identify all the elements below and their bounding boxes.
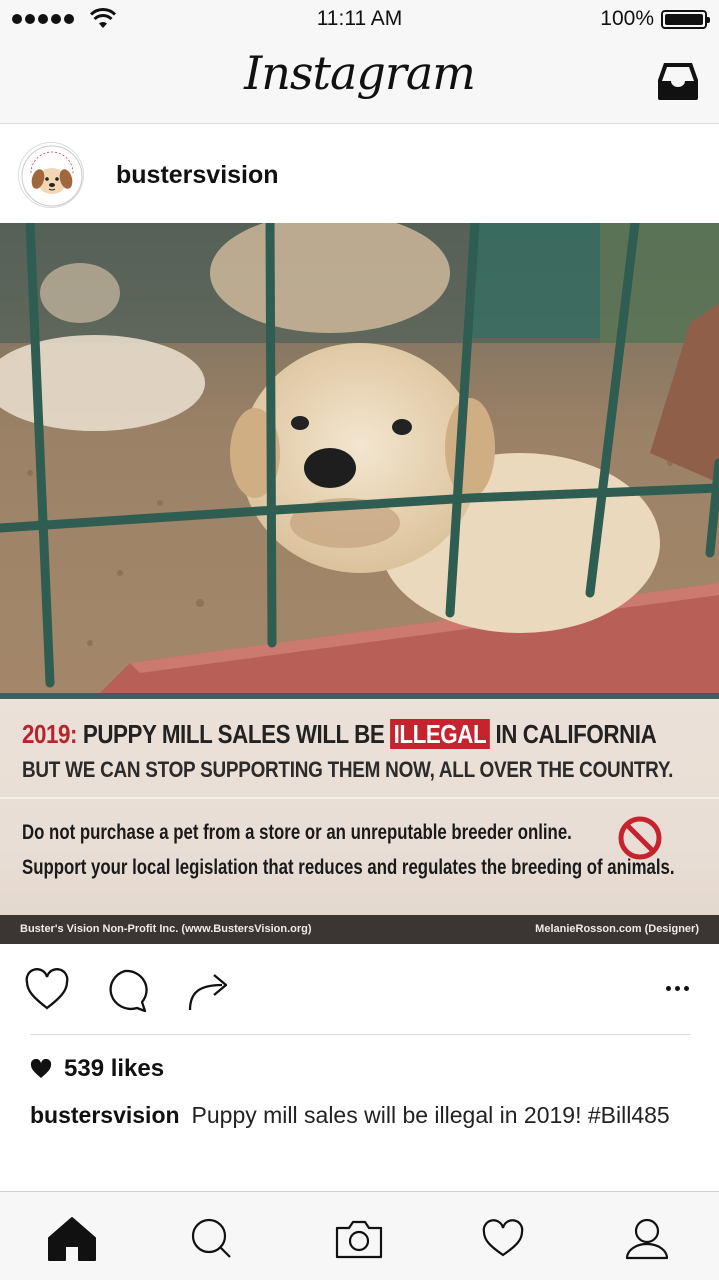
post-header: bustersvision bbox=[0, 125, 719, 223]
tab-home[interactable] bbox=[44, 1214, 100, 1264]
avatar[interactable] bbox=[18, 142, 84, 208]
likes-row[interactable]: 539 likes bbox=[30, 1055, 164, 1083]
tab-camera[interactable] bbox=[331, 1214, 387, 1264]
nav-bar: Instagram bbox=[0, 40, 719, 124]
banner-top-stripe bbox=[0, 693, 719, 699]
dog-face-logo bbox=[21, 145, 83, 207]
caption-username[interactable]: bustersvision bbox=[30, 1102, 180, 1128]
camera-icon bbox=[335, 1220, 383, 1259]
heart-icon[interactable] bbox=[24, 968, 70, 1012]
profile-icon bbox=[625, 1218, 669, 1260]
likes-count: 539 likes bbox=[64, 1055, 165, 1082]
actions-divider bbox=[30, 1034, 691, 1035]
likes-heart-icon bbox=[30, 1059, 52, 1078]
more-icon[interactable] bbox=[666, 986, 689, 991]
battery-icon bbox=[661, 10, 710, 29]
tab-profile[interactable] bbox=[619, 1214, 675, 1264]
share-icon[interactable] bbox=[184, 968, 232, 1014]
footer-credit-designer: MelanieRosson.com (Designer) bbox=[535, 923, 699, 935]
headline-year: 2019: bbox=[22, 719, 78, 749]
inbox-tray-icon[interactable] bbox=[655, 60, 701, 102]
tab-activity[interactable] bbox=[475, 1214, 531, 1264]
post-caption: bustersvision Puppy mill sales will be il… bbox=[30, 1102, 670, 1129]
banner-divider bbox=[0, 797, 719, 799]
caption-text: Puppy mill sales will be illegal in 2019… bbox=[191, 1102, 670, 1128]
post-actions bbox=[0, 944, 719, 1034]
headline-pre: PUPPY MILL SALES WILL BE bbox=[82, 719, 385, 749]
search-icon bbox=[191, 1218, 231, 1258]
banner-headline: 2019: PUPPY MILL SALES WILL BE ILLEGAL I… bbox=[22, 719, 657, 750]
promo-banner: 2019: PUPPY MILL SALES WILL BE ILLEGAL I… bbox=[0, 693, 719, 944]
puppy-behind-fence-photo bbox=[0, 223, 719, 693]
banner-tip-1: Do not purchase a pet from a store or an… bbox=[22, 821, 572, 844]
prohibited-icon bbox=[618, 816, 662, 860]
banner-footer: Buster's Vision Non-Profit Inc. (www.Bus… bbox=[0, 915, 719, 944]
home-icon bbox=[48, 1217, 96, 1261]
post-image[interactable]: 2019: PUPPY MILL SALES WILL BE ILLEGAL I… bbox=[0, 223, 719, 944]
tab-bar bbox=[0, 1191, 719, 1280]
tab-search[interactable] bbox=[184, 1214, 240, 1264]
headline-post: IN CALIFORNIA bbox=[495, 719, 657, 749]
footer-credit-org: Buster's Vision Non-Profit Inc. (www.Bus… bbox=[20, 923, 312, 935]
status-bar: 11:11 AM 100% bbox=[0, 0, 719, 40]
headline-highlight: ILLEGAL bbox=[390, 719, 490, 749]
activity-heart-icon bbox=[482, 1219, 524, 1257]
battery-percent: 100% bbox=[600, 7, 654, 30]
banner-tip-2: Support your local legislation that redu… bbox=[22, 856, 675, 879]
post-username[interactable]: bustersvision bbox=[116, 161, 279, 190]
comment-icon[interactable] bbox=[102, 968, 148, 1014]
banner-subheadline: BUT WE CAN STOP SUPPORTING THEM NOW, ALL… bbox=[22, 757, 674, 782]
instagram-logo: Instagram bbox=[244, 46, 476, 100]
